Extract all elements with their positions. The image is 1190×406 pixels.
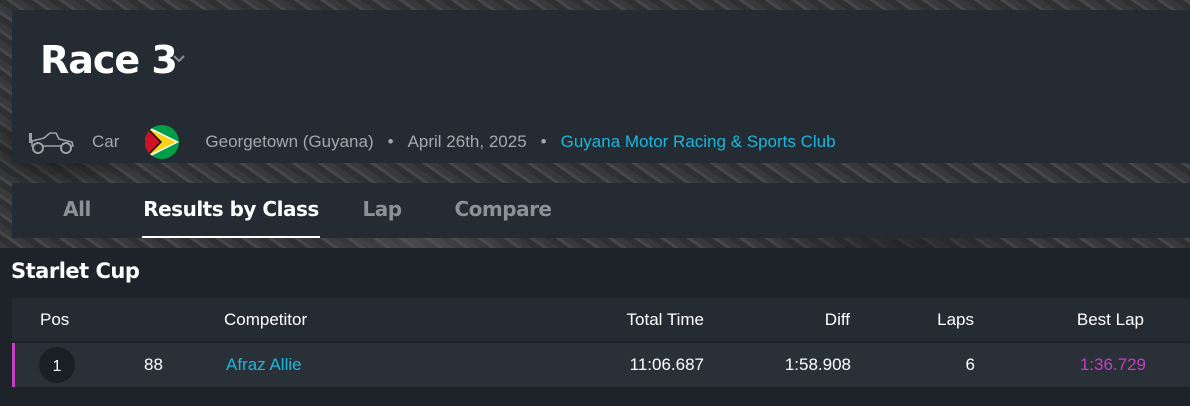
separator-dot: • (387, 132, 394, 151)
tab-all-results[interactable]: All Results (22, 183, 132, 273)
tab-lap-chart[interactable]: Lap Chart (332, 183, 432, 273)
column-header-diff[interactable]: Diff (772, 298, 850, 341)
chevron-down-icon[interactable] (172, 52, 186, 66)
column-header-laps[interactable]: Laps (912, 298, 974, 341)
position-badge: 1 (39, 347, 75, 383)
laps-count: 6 (965, 355, 975, 374)
race-car-icon (29, 132, 75, 154)
event-header: Race 3 Car Georgetown (Guyana) • April 2… (12, 10, 1190, 163)
column-header-best-lap[interactable]: Best Lap (1052, 298, 1144, 341)
page-title: Race 3 (40, 38, 178, 82)
separator-dot: • (540, 132, 547, 151)
competitor-link[interactable]: Afraz Allie (226, 343, 302, 386)
results-tabs: All Results Results by Class Lap Chart C… (12, 183, 1190, 273)
column-header-pos[interactable]: Pos (40, 298, 69, 341)
class-title: Starlet Cup (11, 259, 140, 283)
diff-time: 1:58.908 (784, 355, 851, 374)
organizer-link[interactable]: Guyana Motor Racing & Sports Club (561, 132, 836, 152)
event-date: April 26th, 2025 (407, 132, 527, 151)
car-number: 88 (144, 355, 163, 374)
tab-compare[interactable]: Compare (452, 183, 554, 238)
column-header-total-time[interactable]: Total Time (582, 298, 704, 341)
guyana-flag-icon (145, 125, 180, 159)
table-row[interactable]: 1 88 Afraz Allie 11:06.687 1:58.908 6 1:… (12, 343, 1190, 387)
vehicle-type: Car (92, 132, 120, 151)
event-meta: Car Georgetown (Guyana) • April 26th, 20… (26, 120, 836, 164)
tab-results-by-class[interactable]: Results by Class (142, 183, 320, 238)
table-header: Pos Competitor Total Time Diff Laps Best… (12, 298, 1190, 341)
total-time: 11:06.687 (629, 355, 704, 374)
column-header-competitor[interactable]: Competitor (224, 298, 307, 341)
best-lap-time: 1:36.729 (1079, 355, 1146, 374)
event-location: Georgetown (Guyana) (205, 132, 374, 151)
